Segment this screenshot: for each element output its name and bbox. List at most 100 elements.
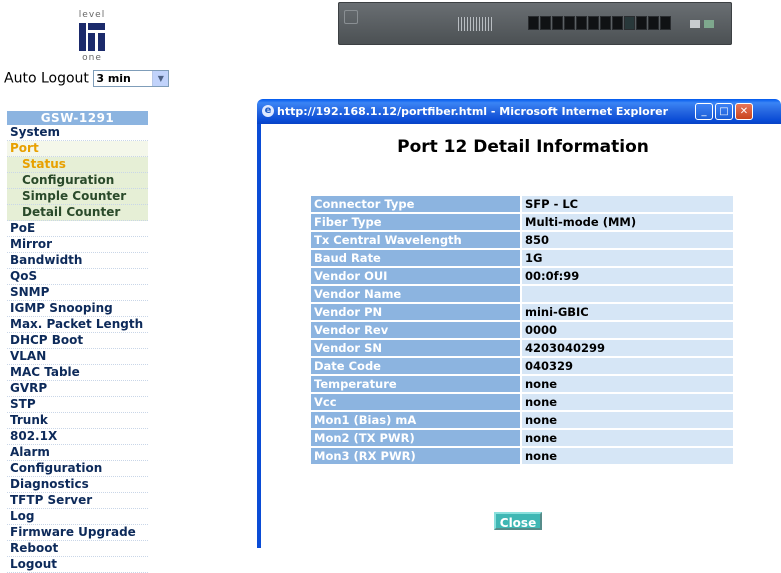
maximize-icon[interactable]: □ bbox=[715, 103, 733, 120]
table-row: Baud Rate 1G bbox=[311, 250, 733, 266]
row-key: Tx Central Wavelength bbox=[311, 232, 520, 248]
sidebar-item-reboot[interactable]: Reboot bbox=[7, 541, 148, 557]
sidebar-item-tftp-server[interactable]: TFTP Server bbox=[7, 493, 148, 509]
auto-logout: Auto Logout 3 min ▼ bbox=[4, 70, 170, 87]
sidebar-item-alarm[interactable]: Alarm bbox=[7, 445, 148, 461]
close-button[interactable]: Close bbox=[494, 512, 542, 530]
row-key: Vendor Rev bbox=[311, 322, 520, 338]
table-row: Date Code 040329 bbox=[311, 358, 733, 374]
row-key: Vcc bbox=[311, 394, 520, 410]
sidebar-item-snmp[interactable]: SNMP bbox=[7, 285, 148, 301]
table-row: Temperature none bbox=[311, 376, 733, 392]
row-value: mini-GBIC bbox=[522, 304, 733, 320]
rj45-port bbox=[588, 16, 599, 30]
sidebar-item-mirror[interactable]: Mirror bbox=[7, 237, 148, 253]
led-panel bbox=[458, 17, 492, 31]
sidebar-item-configuration[interactable]: Configuration bbox=[7, 173, 148, 189]
rj45-port bbox=[648, 16, 659, 30]
row-value: SFP - LC bbox=[522, 196, 733, 212]
sidebar-menu: GSW-1291 System Port Status Configuration Si… bbox=[7, 111, 148, 573]
menu-header: GSW-1291 bbox=[7, 111, 148, 125]
switch-device-image bbox=[338, 2, 732, 45]
sidebar-item-diagnostics[interactable]: Diagnostics bbox=[7, 477, 148, 493]
mounting-bracket bbox=[344, 10, 358, 24]
sidebar-item-simple-counter[interactable]: Simple Counter bbox=[7, 189, 148, 205]
table-row: Vendor PN mini-GBIC bbox=[311, 304, 733, 320]
table-row: Vendor OUI 00:0f:99 bbox=[311, 268, 733, 284]
table-row: Vendor SN 4203040299 bbox=[311, 340, 733, 356]
sidebar-item-log[interactable]: Log bbox=[7, 509, 148, 525]
row-key: Temperature bbox=[311, 376, 520, 392]
row-key: Mon2 (TX PWR) bbox=[311, 430, 520, 446]
sidebar-item-bandwidth[interactable]: Bandwidth bbox=[7, 253, 148, 269]
row-value: none bbox=[522, 376, 733, 392]
row-key: Vendor OUI bbox=[311, 268, 520, 284]
sidebar-item-poe[interactable]: PoE bbox=[7, 221, 148, 237]
row-key: Date Code bbox=[311, 358, 520, 374]
close-icon[interactable]: ✕ bbox=[735, 103, 753, 120]
rj45-port bbox=[624, 16, 635, 30]
rj45-port bbox=[660, 16, 671, 30]
port-row bbox=[528, 16, 671, 30]
detail-table: Connector Type SFP - LC Fiber Type Multi-mo… bbox=[309, 194, 735, 466]
row-value: none bbox=[522, 412, 733, 428]
sidebar-item-logout[interactable]: Logout bbox=[7, 557, 148, 573]
chevron-down-icon[interactable]: ▼ bbox=[152, 71, 169, 86]
levelone-logo: level one bbox=[72, 10, 112, 66]
table-row: Mon3 (RX PWR) none bbox=[311, 448, 733, 464]
logo-top-text: level bbox=[78, 10, 106, 20]
sidebar-item-dhcp-boot[interactable]: DHCP Boot bbox=[7, 333, 148, 349]
row-key: Baud Rate bbox=[311, 250, 520, 266]
auto-logout-label: Auto Logout bbox=[4, 70, 89, 87]
logo-mark bbox=[79, 23, 105, 51]
sidebar-item-qos[interactable]: QoS bbox=[7, 269, 148, 285]
table-row: Fiber Type Multi-mode (MM) bbox=[311, 214, 733, 230]
rj45-port bbox=[636, 16, 647, 30]
table-row: Tx Central Wavelength 850 bbox=[311, 232, 733, 248]
row-key: Vendor PN bbox=[311, 304, 520, 320]
rj45-port bbox=[600, 16, 611, 30]
table-row: Mon1 (Bias) mA none bbox=[311, 412, 733, 428]
auto-logout-select[interactable]: 3 min ▼ bbox=[93, 70, 170, 87]
sidebar-item-igmp-snooping[interactable]: IGMP Snooping bbox=[7, 301, 148, 317]
row-key: Mon3 (RX PWR) bbox=[311, 448, 520, 464]
sidebar-item-detail-counter[interactable]: Detail Counter bbox=[7, 205, 148, 221]
row-value: none bbox=[522, 448, 733, 464]
sidebar-item-vlan[interactable]: VLAN bbox=[7, 349, 148, 365]
row-value: 040329 bbox=[522, 358, 733, 374]
sidebar-item-trunk[interactable]: Trunk bbox=[7, 413, 148, 429]
row-value: Multi-mode (MM) bbox=[522, 214, 733, 230]
sidebar-item-mac-table[interactable]: MAC Table bbox=[7, 365, 148, 381]
sidebar-item-system[interactable]: System bbox=[7, 125, 148, 141]
ie-popup-window: e http://192.168.1.12/portfiber.html - M… bbox=[257, 99, 781, 548]
page-title: Port 12 Detail Information bbox=[397, 137, 649, 157]
rj45-port bbox=[528, 16, 539, 30]
sidebar-item-max-packet-length[interactable]: Max. Packet Length bbox=[7, 317, 148, 333]
sidebar-item-gvrp[interactable]: GVRP bbox=[7, 381, 148, 397]
table-row: Vcc none bbox=[311, 394, 733, 410]
row-value: 00:0f:99 bbox=[522, 268, 733, 284]
sidebar-item-status[interactable]: Status bbox=[7, 157, 148, 173]
logo-bottom-text: one bbox=[82, 53, 102, 63]
row-key: Vendor Name bbox=[311, 286, 520, 302]
window-title: http://192.168.1.12/portfiber.html - Mic… bbox=[277, 105, 669, 118]
sidebar-item-802-1x[interactable]: 802.1X bbox=[7, 429, 148, 445]
rj45-port bbox=[576, 16, 587, 30]
sidebar-item-firmware-upgrade[interactable]: Firmware Upgrade bbox=[7, 525, 148, 541]
minimize-icon[interactable]: _ bbox=[695, 103, 713, 120]
row-value: 0000 bbox=[522, 322, 733, 338]
table-row: Mon2 (TX PWR) none bbox=[311, 430, 733, 446]
sidebar-item-stp[interactable]: STP bbox=[7, 397, 148, 413]
sidebar-item-configuration[interactable]: Configuration bbox=[7, 461, 148, 477]
row-value: none bbox=[522, 394, 733, 410]
table-row: Vendor Rev 0000 bbox=[311, 322, 733, 338]
window-border bbox=[257, 124, 261, 548]
rj45-port bbox=[612, 16, 623, 30]
fiber-port-led bbox=[704, 20, 714, 28]
row-key: Vendor SN bbox=[311, 340, 520, 356]
sidebar-item-port[interactable]: Port bbox=[7, 141, 148, 157]
table-row: Connector Type SFP - LC bbox=[311, 196, 733, 212]
row-value: 850 bbox=[522, 232, 733, 248]
row-key: Connector Type bbox=[311, 196, 520, 212]
ie-icon: e bbox=[262, 105, 274, 117]
